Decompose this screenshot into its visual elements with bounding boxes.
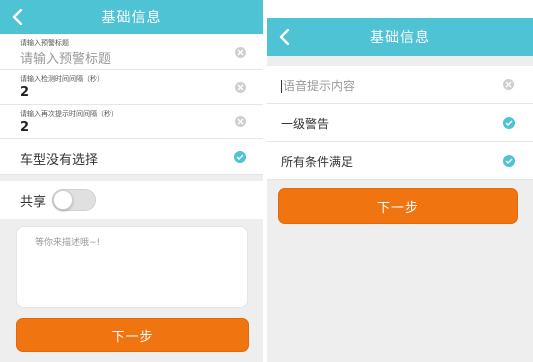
description-placeholder: 等你来描述哦~! — [35, 238, 101, 248]
page-title: 基础信息 — [370, 30, 430, 46]
alert-level-select[interactable]: 一级警告 — [267, 104, 533, 142]
check-circle-icon[interactable] — [234, 151, 246, 163]
check-circle-icon[interactable] — [503, 155, 515, 167]
next-button[interactable]: 下一步 — [278, 188, 518, 224]
next-button-label: 下一步 — [111, 329, 154, 345]
description-textarea[interactable]: 等你来描述哦~! — [16, 226, 248, 308]
share-row: 共享 — [0, 181, 263, 219]
reminder-interval-label: 请输入再次提示时间间隔（秒） — [20, 110, 118, 118]
condition-select[interactable]: 所有条件满足 — [267, 142, 533, 180]
vehicle-type-text: 车型没有选择 — [20, 153, 99, 168]
left-screen: 基础信息 请输入预警标题 请输入预警标题 请输入检测时间间隔（秒） 2 请输入再… — [0, 0, 263, 362]
alert-title-label: 请输入预警标题 — [20, 39, 69, 47]
header-bar: 基础信息 — [0, 0, 263, 34]
check-circle-icon[interactable] — [503, 117, 515, 129]
detect-interval-label: 请输入检测时间间隔（秒） — [20, 75, 104, 83]
clear-icon[interactable] — [235, 116, 246, 127]
vehicle-type-select[interactable]: 车型没有选择 — [0, 139, 263, 175]
share-toggle[interactable] — [52, 189, 96, 211]
back-arrow-icon[interactable] — [8, 8, 26, 26]
toggle-knob — [53, 190, 73, 210]
back-arrow-icon[interactable] — [275, 28, 293, 46]
header-bar: 基础信息 — [267, 18, 533, 56]
detect-interval-field[interactable]: 请输入检测时间间隔（秒） 2 — [0, 70, 263, 105]
next-button[interactable]: 下一步 — [16, 318, 249, 352]
page-title: 基础信息 — [101, 10, 162, 26]
clear-icon[interactable] — [235, 47, 246, 58]
text-cursor — [281, 80, 282, 93]
alert-title-field[interactable]: 请输入预警标题 请输入预警标题 — [0, 34, 263, 70]
reminder-interval-input[interactable]: 2 — [20, 120, 29, 135]
voice-prompt-wrapper: 语音提示内容 — [281, 77, 355, 94]
next-button-label: 下一步 — [376, 200, 419, 216]
clear-icon[interactable] — [503, 79, 514, 90]
detect-interval-input[interactable]: 2 — [20, 85, 29, 100]
alert-title-input[interactable]: 请输入预警标题 — [20, 48, 111, 67]
alert-level-text: 一级警告 — [281, 117, 330, 131]
reminder-interval-field[interactable]: 请输入再次提示时间间隔（秒） 2 — [0, 105, 263, 139]
voice-prompt-field[interactable]: 语音提示内容 — [267, 66, 533, 104]
voice-prompt-input[interactable]: 语音提示内容 — [283, 79, 355, 93]
right-screen: 基础信息 语音提示内容 一级警告 所有条件满足 下一步 — [267, 18, 533, 362]
share-label: 共享 — [20, 194, 47, 210]
condition-text: 所有条件满足 — [281, 155, 354, 169]
clear-icon[interactable] — [235, 82, 246, 93]
